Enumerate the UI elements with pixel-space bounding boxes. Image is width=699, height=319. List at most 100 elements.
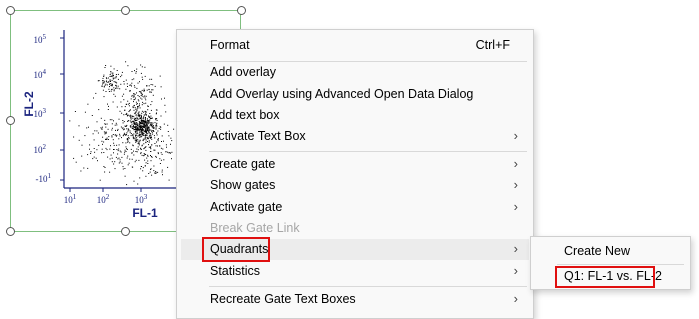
- scatter-dot: [141, 154, 143, 156]
- y-tick-label-1: 105: [34, 33, 47, 45]
- scatter-dot: [143, 126, 145, 128]
- scatter-dot: [142, 129, 144, 131]
- menu-item-activate-text-box[interactable]: Activate Text Box ›: [181, 126, 529, 147]
- scatter-dot: [141, 110, 143, 112]
- scatter-dot: [138, 111, 140, 113]
- menu-item-statistics[interactable]: Statistics ›: [181, 261, 529, 282]
- scatter-dot: [145, 99, 147, 101]
- scatter-dot: [171, 140, 173, 142]
- scatter-dot: [136, 132, 138, 134]
- scatter-dot: [141, 66, 143, 68]
- scatter-dot: [103, 131, 105, 133]
- scatter-dot: [149, 135, 151, 137]
- scatter-dot: [124, 175, 126, 177]
- scatter-dot: [111, 89, 113, 91]
- scatter-dot: [133, 133, 135, 135]
- scatter-dot: [147, 141, 148, 142]
- menu-item-recreate-gate-text-boxes[interactable]: Recreate Gate Text Boxes ›: [181, 289, 529, 310]
- scatter-dot: [170, 137, 172, 139]
- menu-item-add-text-box[interactable]: Add text box: [181, 105, 529, 126]
- scatter-dot: [141, 104, 143, 106]
- menu-item-add-overlay-advanced[interactable]: Add Overlay using Advanced Open Data Dia…: [181, 84, 529, 105]
- menu-item-show-gates[interactable]: Show gates ›: [181, 175, 529, 196]
- scatter-dot: [81, 144, 83, 146]
- scatter-dot: [145, 114, 147, 115]
- scatter-dot: [150, 137, 152, 139]
- scatter-dot: [152, 84, 154, 86]
- scatter-dot: [117, 85, 119, 87]
- scatter-dot: [122, 129, 124, 131]
- scatter-dot: [115, 135, 117, 137]
- scatter-dot: [155, 127, 157, 129]
- scatter-dot: [74, 111, 76, 112]
- scatter-dot: [104, 81, 105, 83]
- scatter-dot: [119, 88, 121, 90]
- scatter-dot: [171, 158, 172, 160]
- scatter-dot: [113, 89, 115, 91]
- scatter-dot: [137, 140, 139, 142]
- quadrants-highlight-box: [202, 237, 270, 262]
- scatter-dot: [151, 131, 153, 133]
- scatter-dot: [134, 86, 136, 88]
- scatter-dot: [133, 85, 135, 87]
- scatter-dot: [120, 76, 122, 78]
- scatter-dot: [140, 166, 142, 167]
- scatter-dot: [150, 104, 152, 106]
- scatter-dot: [113, 163, 115, 165]
- scatter-dot: [144, 66, 146, 68]
- scatter-dot: [111, 119, 113, 121]
- scatter-dot: [123, 93, 125, 95]
- scatter-dot: [111, 75, 113, 77]
- scatter-dot: [137, 117, 139, 119]
- menu-item-add-overlay[interactable]: Add overlay: [181, 62, 529, 83]
- scatter-dot: [143, 119, 145, 121]
- scatter-dot: [134, 98, 136, 100]
- menu-item-activate-gate[interactable]: Activate gate ›: [181, 197, 529, 218]
- scatter-dot: [90, 151, 92, 153]
- scatter-dot: [137, 106, 138, 107]
- scatter-dot: [142, 170, 144, 172]
- menu-item-break-gate-link-label: Break Gate Link: [210, 221, 300, 235]
- context-menu: Format Ctrl+F Add overlay Add Overlay us…: [176, 29, 534, 319]
- scatter-dot: [147, 138, 149, 140]
- scatter-dot: [129, 90, 130, 92]
- scatter-dot: [150, 146, 152, 148]
- scatter-dot: [137, 183, 139, 185]
- scatter-dot: [134, 70, 135, 72]
- scatter-dot: [101, 148, 103, 150]
- scatter-dot: [98, 109, 100, 111]
- scatter-dot: [140, 116, 142, 118]
- scatter-dot: [140, 147, 141, 149]
- scatter-dot: [146, 118, 148, 120]
- scatter-dot: [143, 148, 145, 150]
- scatter-dot: [145, 162, 147, 164]
- scatter-dot: [151, 78, 153, 80]
- scatter-dot: [100, 127, 102, 129]
- scatter-dot: [148, 136, 150, 138]
- scatter-dot: [115, 86, 117, 88]
- scatter-dot: [150, 147, 151, 149]
- menu-item-format[interactable]: Format Ctrl+F: [181, 35, 529, 56]
- scatter-dot: [120, 126, 122, 128]
- scatter-dot: [156, 122, 158, 124]
- submenu-item-create-new[interactable]: Create New: [535, 241, 686, 262]
- scatter-dot: [161, 169, 163, 171]
- scatter-dot: [144, 159, 146, 161]
- scatter-dot: [133, 109, 135, 111]
- scatter-dot: [167, 166, 169, 168]
- scatter-dot: [141, 125, 143, 127]
- scatter-dot: [117, 87, 119, 89]
- scatter-dot: [133, 96, 135, 98]
- scatter-dot: [114, 95, 116, 97]
- scatter-dot: [113, 81, 115, 83]
- scatter-dot: [130, 98, 132, 100]
- scatter-dot: [149, 119, 151, 121]
- scatter-dot: [139, 131, 140, 133]
- scatter-dot: [131, 115, 133, 117]
- scatter-dot: [133, 78, 135, 80]
- scatter-dot: [141, 131, 143, 133]
- scatter-dot: [143, 103, 145, 105]
- scatter-dot: [147, 123, 149, 125]
- menu-item-create-gate[interactable]: Create gate ›: [181, 154, 529, 175]
- scatter-dot: [131, 152, 133, 154]
